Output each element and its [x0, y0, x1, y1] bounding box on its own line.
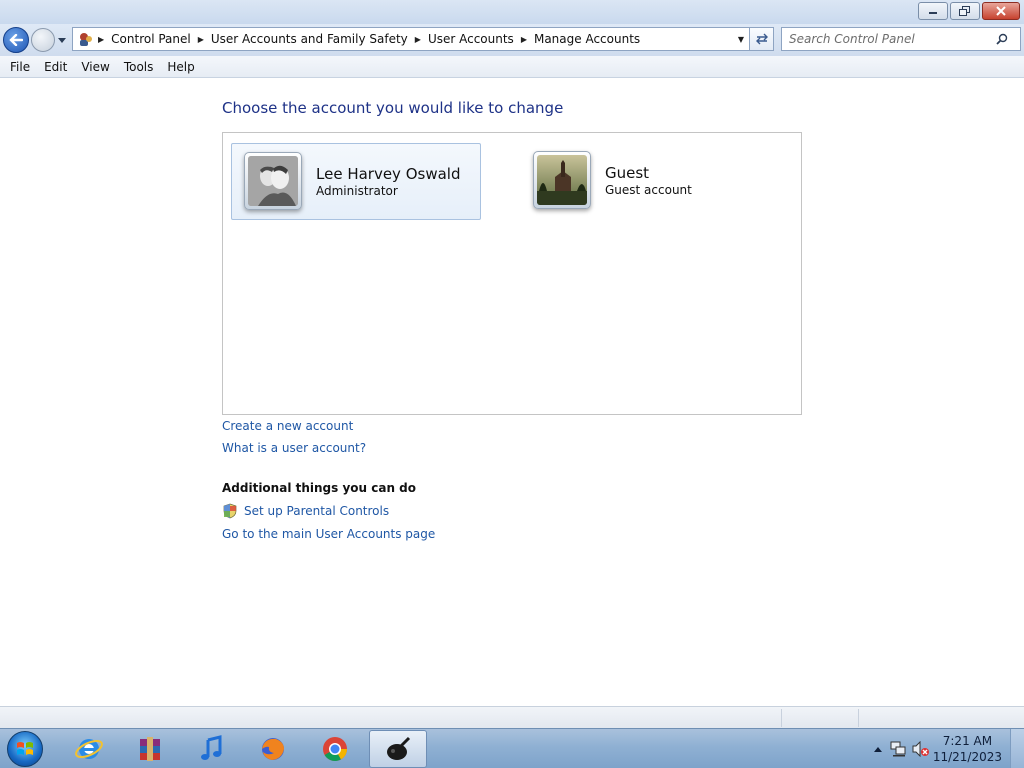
- taskbar-internet-explorer[interactable]: [60, 730, 118, 768]
- volume-muted-icon[interactable]: [912, 741, 930, 757]
- itunes-icon: [201, 735, 222, 760]
- account-tile-lee-harvey-oswald[interactable]: Lee Harvey Oswald Administrator: [231, 143, 481, 220]
- create-account-link[interactable]: Create a new account: [222, 419, 353, 433]
- account-name: Guest: [605, 164, 650, 182]
- status-bar-divider: [781, 709, 782, 727]
- chevron-down-icon: [58, 37, 66, 43]
- close-icon: [996, 6, 1006, 16]
- firefox-icon: [262, 738, 284, 760]
- taskbar-chrome[interactable]: [306, 730, 364, 768]
- what-is-user-account-link[interactable]: What is a user account?: [222, 441, 366, 455]
- shield-icon: [223, 503, 237, 519]
- search-box: [781, 27, 1021, 51]
- show-hidden-icons-arrow[interactable]: [872, 741, 884, 757]
- taskbar-paint-app[interactable]: [369, 730, 427, 768]
- menu-file[interactable]: File: [3, 60, 37, 74]
- accounts-list: Lee Harvey Oswald Administrator Guest Gu…: [222, 132, 802, 415]
- minimize-button[interactable]: [918, 2, 948, 20]
- clock-date: 11/21/2023: [932, 750, 1002, 764]
- taskbar-winrar[interactable]: [121, 730, 179, 768]
- account-name: Lee Harvey Oswald: [316, 165, 461, 183]
- avatar: [244, 152, 302, 210]
- avatar: [533, 151, 591, 209]
- breadcrumb-separator[interactable]: ▶: [95, 35, 107, 44]
- church-landscape-icon: [537, 155, 587, 205]
- navigation-bar: ▶ Control Panel ▶ User Accounts and Fami…: [0, 24, 1024, 56]
- refresh-icon: [755, 33, 768, 45]
- account-tile-guest[interactable]: Guest Guest account: [521, 143, 771, 220]
- start-orb-icon: [7, 731, 43, 767]
- breadcrumb-manage-accounts[interactable]: Manage Accounts: [530, 28, 644, 50]
- minimize-icon: [929, 12, 937, 14]
- address-bar[interactable]: ▶ Control Panel ▶ User Accounts and Fami…: [72, 27, 750, 51]
- menu-help[interactable]: Help: [160, 60, 201, 74]
- menu-edit[interactable]: Edit: [37, 60, 74, 74]
- breadcrumb-separator[interactable]: ▶: [195, 35, 207, 44]
- address-history-dropdown[interactable]: ▼: [733, 28, 749, 50]
- main-user-accounts-page-link[interactable]: Go to the main User Accounts page: [222, 527, 435, 541]
- start-button[interactable]: [2, 730, 48, 768]
- account-type: Administrator: [316, 184, 398, 198]
- back-button[interactable]: [3, 27, 29, 53]
- menu-tools[interactable]: Tools: [117, 60, 161, 74]
- show-desktop-button[interactable]: [1010, 729, 1024, 768]
- portrait-photo-icon: [248, 156, 298, 206]
- chrome-icon: [323, 737, 347, 762]
- network-icon[interactable]: [890, 741, 908, 757]
- restore-button[interactable]: [950, 2, 980, 20]
- taskbar: 7:21 AM 11/21/2023: [0, 728, 1024, 768]
- taskbar-clock[interactable]: 7:21 AM 11/21/2023: [933, 733, 1002, 765]
- breadcrumb-separator[interactable]: ▶: [518, 35, 530, 44]
- refresh-button[interactable]: [750, 27, 774, 51]
- breadcrumb-separator[interactable]: ▶: [412, 35, 424, 44]
- account-info: Guest Guest account: [605, 164, 692, 198]
- page-title: Choose the account you would like to cha…: [222, 99, 564, 117]
- main-content: Choose the account you would like to cha…: [0, 78, 1024, 706]
- menu-view[interactable]: View: [74, 60, 116, 74]
- back-arrow-icon: [9, 34, 23, 46]
- window-controls: [918, 2, 1020, 20]
- paint-app-icon: [387, 736, 411, 760]
- breadcrumb-user-accounts[interactable]: User Accounts: [424, 28, 518, 50]
- winrar-icon: [140, 737, 160, 761]
- system-tray: 7:21 AM 11/21/2023: [864, 729, 1024, 768]
- search-icon[interactable]: [992, 33, 1012, 45]
- parental-controls-link[interactable]: Set up Parental Controls: [244, 504, 389, 518]
- account-info: Lee Harvey Oswald Administrator: [316, 165, 460, 199]
- window-titlebar: [0, 0, 1024, 24]
- account-type: Guest account: [605, 183, 692, 197]
- status-bar-divider: [858, 709, 859, 727]
- close-button[interactable]: [982, 2, 1020, 20]
- recent-pages-button[interactable]: [57, 33, 67, 47]
- taskbar-firefox[interactable]: [244, 730, 302, 768]
- status-bar: [0, 706, 1024, 728]
- taskbar-itunes[interactable]: [182, 730, 240, 768]
- internet-explorer-icon: [75, 739, 103, 759]
- chevron-up-icon: [874, 746, 882, 752]
- search-input[interactable]: [782, 32, 992, 46]
- restore-icon: [959, 6, 970, 16]
- additional-things-heading: Additional things you can do: [222, 481, 417, 495]
- breadcrumb-user-accounts-family-safety[interactable]: User Accounts and Family Safety: [207, 28, 412, 50]
- breadcrumb-control-panel[interactable]: Control Panel: [107, 28, 195, 50]
- forward-button[interactable]: [31, 28, 55, 52]
- clock-time: 7:21 AM: [942, 734, 993, 748]
- menu-bar: File Edit View Tools Help: [0, 56, 1024, 78]
- control-panel-icon: [80, 33, 92, 46]
